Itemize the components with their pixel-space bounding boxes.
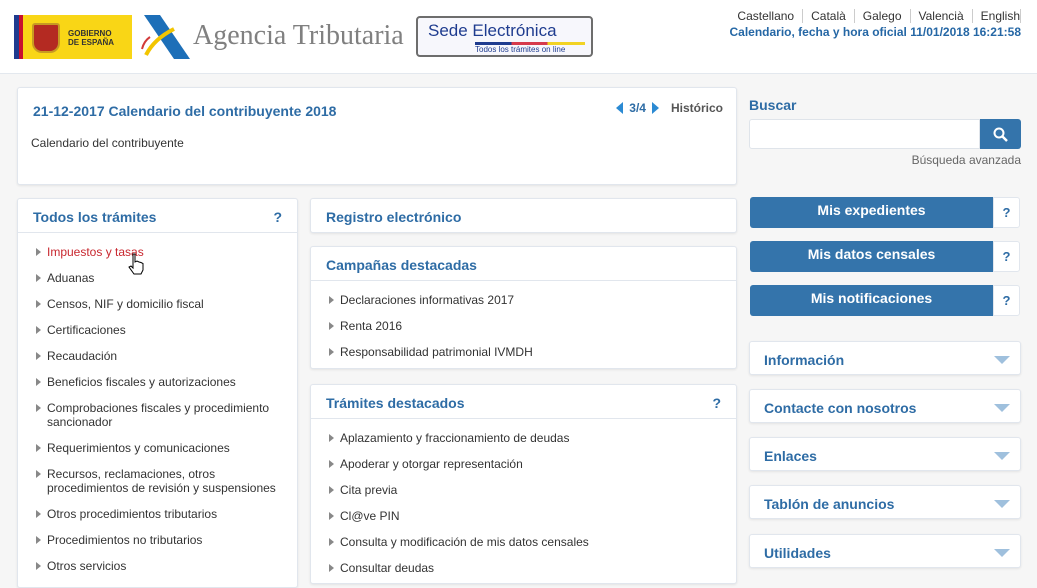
- panel-title: Trámites destacados: [326, 395, 465, 411]
- list-item[interactable]: Otros procedimientos tributarios: [18, 507, 297, 521]
- chevron-down-icon: [994, 500, 1010, 508]
- panel-header: Todos los trámites ?: [18, 199, 297, 233]
- accordion-utilidades[interactable]: Utilidades: [749, 534, 1021, 568]
- accordion-tablon[interactable]: Tablón de anuncios: [749, 485, 1021, 519]
- gobierno-line2: DE ESPAÑA: [68, 38, 115, 47]
- panel-header: Campañas destacadas: [311, 247, 736, 281]
- chevron-down-icon: [994, 404, 1010, 412]
- list-item[interactable]: Impuestos y tasas: [18, 245, 297, 259]
- help-icon[interactable]: ?: [273, 209, 282, 225]
- gobierno-line1: GOBIERNO: [68, 29, 112, 38]
- news-pager: 3/4 Histórico: [616, 101, 723, 115]
- accordion-title: Utilidades: [764, 545, 831, 561]
- campanas-destacadas-panel: Campañas destacadas Declaraciones inform…: [310, 246, 737, 369]
- list-item[interactable]: Apoderar y otorgar representación: [311, 457, 736, 471]
- gobierno-espana-logo[interactable]: GOBIERNO DE ESPAÑA: [14, 15, 132, 59]
- chevron-down-icon: [994, 452, 1010, 460]
- list-item[interactable]: Consulta y modificación de mis datos cen…: [311, 535, 736, 549]
- chevron-down-icon: [994, 356, 1010, 364]
- help-icon[interactable]: ?: [993, 241, 1020, 272]
- campanas-list: Declaraciones informativas 2017 Renta 20…: [311, 281, 736, 359]
- official-time-link[interactable]: Calendario, fecha y hora oficial 11/01/2…: [730, 25, 1022, 39]
- panel-title: Campañas destacadas: [326, 257, 477, 273]
- accordion-title: Información: [764, 352, 845, 368]
- lang-valencia[interactable]: Valencià: [911, 9, 973, 23]
- accordion-enlaces[interactable]: Enlaces: [749, 437, 1021, 471]
- panel-header: Trámites destacados ?: [311, 385, 736, 419]
- accordion-title: Contacte con nosotros: [764, 400, 917, 416]
- list-item[interactable]: Declaraciones informativas 2017: [311, 293, 736, 307]
- sede-subtitle: Todos los trámites on line: [475, 45, 566, 54]
- lang-catala[interactable]: Català: [803, 9, 855, 23]
- list-item[interactable]: Comprobaciones fiscales y procedimiento …: [18, 401, 297, 429]
- coat-of-arms-icon: [32, 23, 60, 53]
- accordion-contacte[interactable]: Contacte con nosotros: [749, 389, 1021, 423]
- hand-cursor-icon: [128, 253, 144, 275]
- list-item[interactable]: Cita previa: [311, 483, 736, 497]
- accordion-title: Enlaces: [764, 448, 817, 464]
- search-input[interactable]: [749, 119, 980, 149]
- search-button[interactable]: [980, 119, 1021, 149]
- todos-los-tramites-panel: Todos los trámites ? Impuestos y tasas A…: [17, 198, 298, 588]
- mis-datos-censales-button[interactable]: Mis datos censales: [750, 241, 993, 272]
- list-item[interactable]: Recursos, reclamaciones, otros procedimi…: [18, 467, 297, 495]
- pager-count: 3/4: [629, 101, 646, 115]
- help-icon[interactable]: ?: [712, 395, 721, 411]
- list-item[interactable]: Recaudación: [18, 349, 297, 363]
- prev-arrow-icon[interactable]: [616, 102, 624, 114]
- panel-title: Todos los trámites: [33, 209, 157, 225]
- lang-english[interactable]: English: [973, 9, 1021, 23]
- gobierno-text: GOBIERNO DE ESPAÑA: [68, 29, 114, 47]
- list-item[interactable]: Cl@ve PIN: [311, 509, 736, 523]
- list-item[interactable]: Consultar deudas: [311, 561, 736, 575]
- tramites-destacados-panel: Trámites destacados ? Aplazamiento y fra…: [310, 384, 737, 584]
- news-title[interactable]: 21-12-2017 Calendario del contribuyente …: [33, 103, 336, 119]
- advanced-search-link[interactable]: Búsqueda avanzada: [912, 153, 1021, 167]
- panel-header: Registro electrónico: [311, 199, 736, 233]
- registro-electronico-panel[interactable]: Registro electrónico: [310, 198, 737, 233]
- help-icon[interactable]: ?: [993, 197, 1020, 228]
- accordion-informacion[interactable]: Información: [749, 341, 1021, 375]
- language-selector: Castellano Català Galego Valencià Englis…: [729, 9, 1021, 23]
- accordion-title: Tablón de anuncios: [764, 496, 895, 512]
- flag-red-strip: [19, 15, 23, 59]
- search-icon: [993, 127, 1008, 142]
- news-description: Calendario del contribuyente: [31, 136, 184, 150]
- mis-expedientes-button[interactable]: Mis expedientes: [750, 197, 993, 228]
- historico-link[interactable]: Histórico: [671, 101, 723, 115]
- lang-galego[interactable]: Galego: [855, 9, 911, 23]
- sede-electronica-logo[interactable]: Sede Electrónica Todos los trámites on l…: [416, 16, 593, 57]
- list-item[interactable]: Aduanas: [18, 271, 297, 285]
- site-header: GOBIERNO DE ESPAÑA Agencia Tributaria Se…: [0, 0, 1037, 74]
- agencia-tributaria-logo-icon[interactable]: [140, 15, 190, 59]
- list-item[interactable]: Aplazamiento y fraccionamiento de deudas: [311, 431, 736, 445]
- lang-castellano[interactable]: Castellano: [729, 9, 804, 23]
- sede-title: Sede Electrónica: [428, 21, 557, 40]
- list-item[interactable]: Responsabilidad patrimonial IVMDH: [311, 345, 736, 359]
- list-item[interactable]: Censos, NIF y domicilio fiscal: [18, 297, 297, 311]
- next-arrow-icon[interactable]: [651, 102, 659, 114]
- list-item[interactable]: Otros servicios: [18, 559, 297, 573]
- tramites-list: Impuestos y tasas Aduanas Censos, NIF y …: [18, 233, 297, 573]
- list-item[interactable]: Requerimientos y comunicaciones: [18, 441, 297, 455]
- agency-title[interactable]: Agencia Tributaria: [193, 20, 404, 52]
- help-icon[interactable]: ?: [993, 285, 1020, 316]
- list-item[interactable]: Renta 2016: [311, 319, 736, 333]
- mis-notificaciones-button[interactable]: Mis notificaciones: [750, 285, 993, 316]
- list-item[interactable]: Procedimientos no tributarios: [18, 533, 297, 547]
- list-item[interactable]: Certificaciones: [18, 323, 297, 337]
- search-label: Buscar: [749, 97, 797, 113]
- list-item[interactable]: Beneficios fiscales y autorizaciones: [18, 375, 297, 389]
- news-card: 21-12-2017 Calendario del contribuyente …: [17, 87, 737, 185]
- destacados-list: Aplazamiento y fraccionamiento de deudas…: [311, 419, 736, 575]
- chevron-down-icon: [994, 549, 1010, 557]
- panel-title[interactable]: Registro electrónico: [326, 209, 461, 225]
